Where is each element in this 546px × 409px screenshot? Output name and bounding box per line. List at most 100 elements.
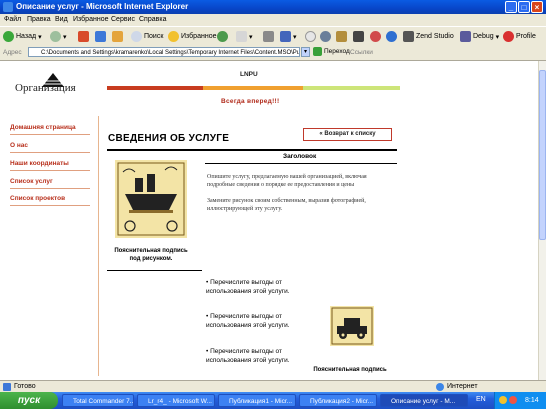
document-icon xyxy=(305,31,316,42)
clock: 8:14 xyxy=(525,397,539,404)
sidebar-item-about[interactable]: О нас xyxy=(10,142,90,149)
top-label: LNPU xyxy=(240,71,258,78)
task-total-commander[interactable]: Total Commander 7.... xyxy=(62,394,134,407)
zend-studio-button[interactable]: Zend Studio xyxy=(403,30,454,43)
sidebar-rule xyxy=(10,170,90,171)
window-title: Описание услуг - Microsoft Internet Expl… xyxy=(16,2,189,11)
toolbar-extra-4[interactable] xyxy=(353,30,364,43)
page-icon xyxy=(3,383,11,391)
image-caption-2: Пояснительная подпись xyxy=(313,367,387,373)
search-button[interactable]: Поиск xyxy=(131,30,163,43)
forward-button[interactable]: ▾ xyxy=(50,30,67,43)
history-button[interactable] xyxy=(217,30,228,43)
close-button[interactable]: × xyxy=(531,1,543,13)
mail-icon xyxy=(236,31,247,42)
menu-bar: Файл Правка Вид Избранное Сервис Справка xyxy=(0,14,546,26)
home-button[interactable] xyxy=(112,30,123,43)
page-title: Сведения об услуге xyxy=(108,133,230,144)
translate-icon xyxy=(386,31,397,42)
zend-icon xyxy=(403,31,414,42)
header-bar-orange xyxy=(203,86,303,90)
menu-tools[interactable]: Сервис xyxy=(111,16,135,23)
history-icon xyxy=(217,31,228,42)
edit-button[interactable]: ▾ xyxy=(280,30,297,43)
sidebar-rule xyxy=(10,205,90,206)
address-dropdown-button[interactable]: ▾ xyxy=(301,47,310,57)
back-button[interactable]: Назад ▾ xyxy=(3,30,42,43)
image-instruction-paragraph: Замените рисунок своим собственным, выра… xyxy=(207,198,366,212)
print-button[interactable] xyxy=(263,30,274,43)
caption-rule xyxy=(107,270,202,271)
web-page: Организация LNPU Всегда вперед!!! Домашн… xyxy=(0,61,538,380)
menu-file[interactable]: Файл xyxy=(4,16,21,23)
task-publication2[interactable]: Публикация2 - Micr... xyxy=(299,394,377,407)
go-arrow-icon xyxy=(313,47,322,56)
menu-help[interactable]: Справка xyxy=(139,16,166,23)
stop-icon xyxy=(78,31,89,42)
address-input[interactable]: C:\Documents and Settings\kramarenko\Loc… xyxy=(28,47,300,57)
forward-arrow-icon xyxy=(50,31,61,42)
profile-icon xyxy=(503,31,514,42)
section-subheading: Заголовок xyxy=(283,153,317,160)
sidebar-item-contacts[interactable]: Наши координаты xyxy=(10,160,90,167)
toolbar-extra-6[interactable] xyxy=(386,30,397,43)
stop-button[interactable] xyxy=(78,30,89,43)
menu-edit[interactable]: Правка xyxy=(27,16,51,23)
refresh-button[interactable] xyxy=(95,30,106,43)
benefit-item: • Перечислите выгоды от использования эт… xyxy=(206,313,290,329)
task-publication1[interactable]: Публикация1 - Micr... xyxy=(218,394,296,407)
start-button[interactable]: пуск xyxy=(0,392,58,409)
menu-view[interactable]: Вид xyxy=(55,16,68,23)
favorites-button[interactable]: Избранное xyxy=(168,30,216,43)
messenger-icon xyxy=(320,31,331,42)
sidebar-divider xyxy=(98,116,99,376)
minimize-button[interactable]: _ xyxy=(505,1,517,13)
go-button[interactable]: Переход xyxy=(313,47,350,56)
home-icon xyxy=(112,31,123,42)
toolbar-extra-5[interactable] xyxy=(370,30,381,43)
image-caption: Пояснительная подпись под рисунком. xyxy=(114,248,188,262)
back-to-list-button[interactable]: « Возврат к списку xyxy=(303,128,392,141)
menu-favorites[interactable]: Избранное xyxy=(73,16,108,23)
edit-icon xyxy=(280,31,291,42)
tagline: Всегда вперед!!! xyxy=(221,98,280,105)
debug-icon xyxy=(460,31,471,42)
header-bar-red xyxy=(107,86,203,90)
tray-icon[interactable] xyxy=(499,396,507,404)
toolbar-extra-2[interactable] xyxy=(320,30,331,43)
mail-button[interactable]: ▾ xyxy=(236,30,253,43)
subheading-rule xyxy=(205,163,397,164)
print-icon xyxy=(263,31,274,42)
system-tray: 8:14 xyxy=(494,392,546,409)
taskbar: пуск Total Commander 7.... Lr_r4_ - Micr… xyxy=(0,392,546,409)
sidebar-rule xyxy=(10,152,90,153)
sidebar-item-home[interactable]: Домашняя страница xyxy=(10,124,90,131)
header-bar-green xyxy=(303,86,400,90)
task-ie-services[interactable]: Описание услуг - M... xyxy=(380,394,468,407)
status-text: Готово xyxy=(14,383,36,390)
benefit-item: • Перечислите выгоды от использования эт… xyxy=(206,348,290,364)
tray-icon[interactable] xyxy=(509,396,517,404)
maximize-button[interactable]: □ xyxy=(518,1,530,13)
car-clipart-image xyxy=(330,306,374,346)
ship-clipart-image xyxy=(115,160,187,238)
task-word[interactable]: Lr_r4_ - Microsoft W... xyxy=(137,394,215,407)
refresh-icon xyxy=(95,31,106,42)
org-name: Организация xyxy=(15,82,76,94)
internet-zone-icon xyxy=(436,383,444,391)
toolbar-extra-1[interactable] xyxy=(305,30,316,43)
profile-button[interactable]: Profile xyxy=(503,30,536,43)
search-icon xyxy=(131,31,142,42)
links-label[interactable]: Ссылки xyxy=(350,49,373,56)
sidebar-item-services[interactable]: Список услуг xyxy=(10,178,90,185)
language-indicator[interactable]: EN xyxy=(476,396,486,403)
benefit-item: • Перечислите выгоды от использования эт… xyxy=(206,279,290,295)
scrollbar-thumb[interactable] xyxy=(539,70,546,240)
debug-button[interactable]: Debug ▾ xyxy=(460,30,499,43)
star-icon xyxy=(168,31,179,42)
folder-icon xyxy=(336,31,347,42)
sidebar-item-projects[interactable]: Список проектов xyxy=(10,195,90,202)
heading-rule xyxy=(107,149,397,151)
toolbar-extra-3[interactable] xyxy=(336,30,347,43)
security-zone: Интернет xyxy=(447,383,478,390)
